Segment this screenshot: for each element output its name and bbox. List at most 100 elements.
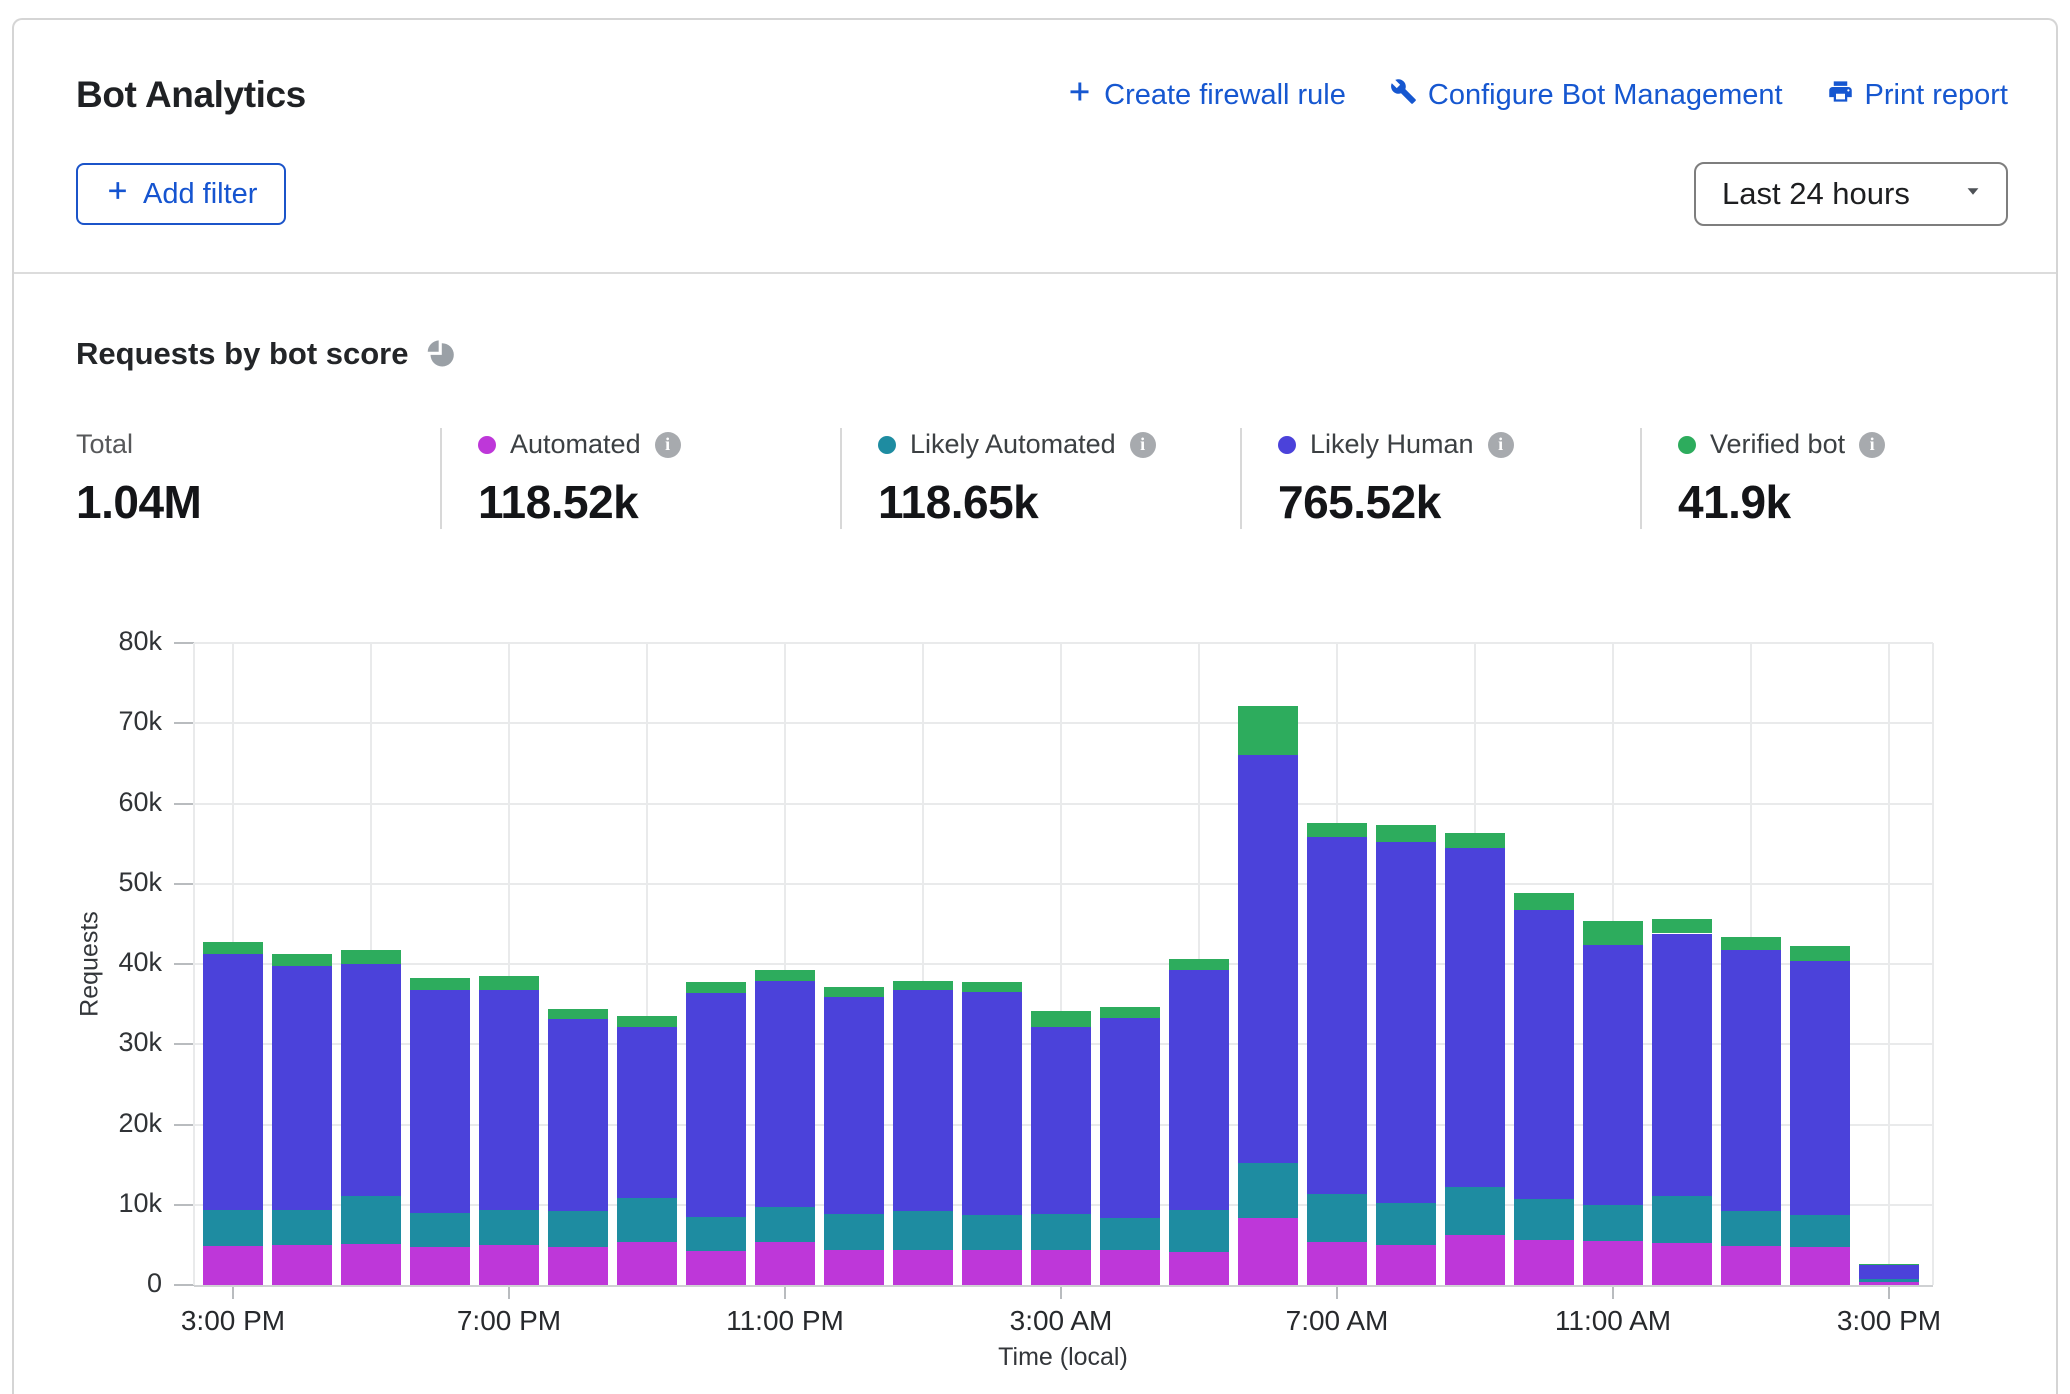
bar-500pm-likely-human[interactable]: [341, 964, 401, 1196]
bar-100pm-automated[interactable]: [1721, 1246, 1781, 1285]
add-filter-button[interactable]: Add filter: [76, 163, 286, 225]
print-report-link[interactable]: Print report: [1827, 78, 2008, 113]
bar-300pm-likely-automated[interactable]: [203, 1210, 263, 1246]
bar-1200pm-automated[interactable]: [1652, 1243, 1712, 1285]
bar-200pm-likely-automated[interactable]: [1790, 1215, 1850, 1247]
bar-1000am-verified-bot[interactable]: [1514, 893, 1574, 910]
bar-300am-verified-bot[interactable]: [1031, 1011, 1091, 1028]
bar-200am-likely-automated[interactable]: [962, 1215, 1022, 1250]
bar-400pm-likely-automated[interactable]: [272, 1210, 332, 1245]
bar-1100am-likely-human[interactable]: [1583, 945, 1643, 1205]
bar-1100pm-automated[interactable]: [755, 1242, 815, 1285]
bar-500pm-verified-bot[interactable]: [341, 950, 401, 964]
bar-1000pm-likely-human[interactable]: [686, 993, 746, 1217]
configure-bot-management-link[interactable]: Configure Bot Management: [1390, 78, 1783, 113]
bar-900pm-automated[interactable]: [617, 1242, 677, 1285]
bar-1000am-automated[interactable]: [1514, 1240, 1574, 1285]
bar-800pm-verified-bot[interactable]: [548, 1009, 608, 1019]
bar-1000am-likely-automated[interactable]: [1514, 1199, 1574, 1240]
bar-1200pm-verified-bot[interactable]: [1652, 919, 1712, 933]
bar-900pm-likely-human[interactable]: [617, 1027, 677, 1198]
bar-600pm-automated[interactable]: [410, 1247, 470, 1285]
info-icon[interactable]: i: [1859, 432, 1885, 458]
bar-500am-likely-automated[interactable]: [1169, 1210, 1229, 1253]
time-range-select[interactable]: Last 24 hours: [1694, 162, 2008, 226]
bar-1100pm-likely-automated[interactable]: [755, 1207, 815, 1242]
bar-1100am-likely-automated[interactable]: [1583, 1205, 1643, 1241]
bar-1100am-automated[interactable]: [1583, 1241, 1643, 1285]
bar-100am-automated[interactable]: [893, 1250, 953, 1285]
bar-1200pm-likely-human[interactable]: [1652, 934, 1712, 1196]
bar-100pm-verified-bot[interactable]: [1721, 937, 1781, 951]
bar-800am-likely-automated[interactable]: [1376, 1203, 1436, 1245]
bar-1200am-likely-human[interactable]: [824, 997, 884, 1214]
bar-400pm-automated[interactable]: [272, 1245, 332, 1285]
bar-700pm-verified-bot[interactable]: [479, 976, 539, 990]
bar-300pm-likely-automated[interactable]: [1859, 1279, 1919, 1281]
bar-800pm-automated[interactable]: [548, 1247, 608, 1285]
bar-600pm-likely-human[interactable]: [410, 990, 470, 1212]
bar-400am-likely-human[interactable]: [1100, 1018, 1160, 1219]
bar-1000pm-automated[interactable]: [686, 1251, 746, 1285]
bar-100am-verified-bot[interactable]: [893, 981, 953, 990]
bar-1100am-verified-bot[interactable]: [1583, 921, 1643, 944]
create-firewall-rule-link[interactable]: Create firewall rule: [1066, 78, 1346, 113]
bar-500am-automated[interactable]: [1169, 1252, 1229, 1285]
bar-1000am-likely-human[interactable]: [1514, 910, 1574, 1199]
bar-500am-likely-human[interactable]: [1169, 970, 1229, 1209]
bar-300pm-verified-bot[interactable]: [1859, 1264, 1919, 1265]
bar-100pm-likely-automated[interactable]: [1721, 1211, 1781, 1246]
bar-700am-likely-human[interactable]: [1307, 837, 1367, 1194]
bar-200am-verified-bot[interactable]: [962, 982, 1022, 992]
info-icon[interactable]: i: [655, 432, 681, 458]
bar-900am-verified-bot[interactable]: [1445, 833, 1505, 848]
bar-300am-likely-automated[interactable]: [1031, 1214, 1091, 1251]
bar-300pm-likely-human[interactable]: [1859, 1265, 1919, 1279]
bar-500pm-likely-automated[interactable]: [341, 1196, 401, 1244]
bar-200am-likely-human[interactable]: [962, 992, 1022, 1215]
bar-1000pm-verified-bot[interactable]: [686, 982, 746, 992]
bar-700am-automated[interactable]: [1307, 1242, 1367, 1285]
info-icon[interactable]: i: [1130, 432, 1156, 458]
bar-800am-likely-human[interactable]: [1376, 842, 1436, 1203]
bar-1100pm-verified-bot[interactable]: [755, 970, 815, 980]
bar-900am-automated[interactable]: [1445, 1235, 1505, 1285]
bar-300am-likely-human[interactable]: [1031, 1027, 1091, 1213]
bar-400pm-verified-bot[interactable]: [272, 954, 332, 966]
bar-1200am-verified-bot[interactable]: [824, 987, 884, 997]
bar-800pm-likely-human[interactable]: [548, 1019, 608, 1212]
bar-1200pm-likely-automated[interactable]: [1652, 1196, 1712, 1243]
bar-1200am-likely-automated[interactable]: [824, 1214, 884, 1250]
bar-300pm-likely-human[interactable]: [203, 954, 263, 1211]
bar-500am-verified-bot[interactable]: [1169, 959, 1229, 970]
bar-900am-likely-human[interactable]: [1445, 848, 1505, 1187]
bar-300pm-automated[interactable]: [203, 1246, 263, 1285]
bar-1200am-automated[interactable]: [824, 1250, 884, 1285]
bar-200pm-verified-bot[interactable]: [1790, 946, 1850, 961]
bar-700pm-likely-human[interactable]: [479, 990, 539, 1211]
bar-700pm-likely-automated[interactable]: [479, 1210, 539, 1245]
bar-800am-automated[interactable]: [1376, 1245, 1436, 1285]
bar-900pm-likely-automated[interactable]: [617, 1198, 677, 1242]
bar-100am-likely-automated[interactable]: [893, 1211, 953, 1250]
bar-400am-automated[interactable]: [1100, 1250, 1160, 1285]
bar-1100pm-likely-human[interactable]: [755, 981, 815, 1207]
bar-600pm-likely-automated[interactable]: [410, 1213, 470, 1248]
bar-700am-verified-bot[interactable]: [1307, 823, 1367, 837]
bar-1000pm-likely-automated[interactable]: [686, 1217, 746, 1252]
bar-600pm-verified-bot[interactable]: [410, 978, 470, 990]
bar-200pm-likely-human[interactable]: [1790, 961, 1850, 1215]
bar-800am-verified-bot[interactable]: [1376, 825, 1436, 842]
bar-400am-verified-bot[interactable]: [1100, 1007, 1160, 1018]
bar-300pm-verified-bot[interactable]: [203, 942, 263, 953]
info-icon[interactable]: i: [1488, 432, 1514, 458]
bar-200pm-automated[interactable]: [1790, 1247, 1850, 1285]
bar-300am-automated[interactable]: [1031, 1250, 1091, 1285]
bar-800pm-likely-automated[interactable]: [548, 1211, 608, 1247]
bar-700pm-automated[interactable]: [479, 1245, 539, 1285]
bar-900pm-verified-bot[interactable]: [617, 1016, 677, 1026]
bar-100pm-likely-human[interactable]: [1721, 950, 1781, 1211]
bar-600am-verified-bot[interactable]: [1238, 706, 1298, 754]
bar-900am-likely-automated[interactable]: [1445, 1187, 1505, 1235]
bar-600am-likely-automated[interactable]: [1238, 1163, 1298, 1218]
